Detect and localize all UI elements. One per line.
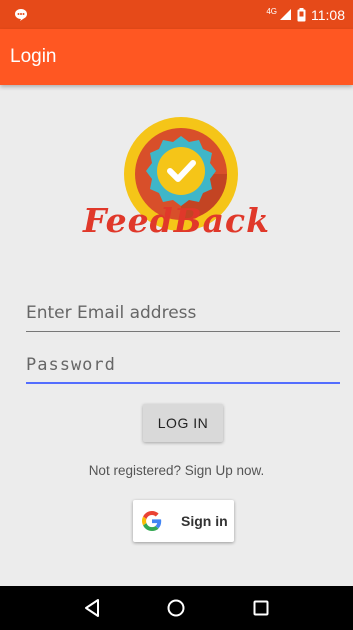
app-bar: Login [0, 29, 353, 85]
recent-apps-square-icon [253, 600, 269, 616]
network-type: 4G [266, 7, 277, 16]
email-input[interactable] [26, 298, 340, 332]
google-sign-in-button[interactable]: Sign in [133, 500, 234, 542]
google-sign-in-label: Sign in [181, 513, 228, 529]
status-right: 4G 11:08 [266, 7, 345, 23]
page-title: Login [10, 46, 57, 67]
nav-recent-button[interactable] [241, 588, 281, 628]
home-circle-icon [167, 599, 185, 617]
system-nav-bar [0, 586, 353, 630]
nav-back-button[interactable] [72, 588, 112, 628]
password-input[interactable] [26, 350, 340, 384]
signal-icon [280, 9, 291, 20]
nav-home-button[interactable] [156, 588, 196, 628]
battery-icon [297, 7, 306, 21]
login-button[interactable]: LOG IN [143, 404, 223, 442]
back-triangle-icon [85, 599, 100, 617]
chat-bubble-icon [15, 9, 27, 21]
status-bar: 4G 11:08 [0, 0, 353, 29]
status-left [14, 8, 28, 21]
brand-name: FeedBack [83, 201, 270, 240]
login-screen: 4G 11:08 Login FeedBack LOG IN Not regis… [0, 0, 353, 630]
status-time: 11:08 [311, 6, 345, 23]
signup-link[interactable]: Not registered? Sign Up now. [0, 463, 353, 478]
google-g-icon [142, 511, 162, 531]
